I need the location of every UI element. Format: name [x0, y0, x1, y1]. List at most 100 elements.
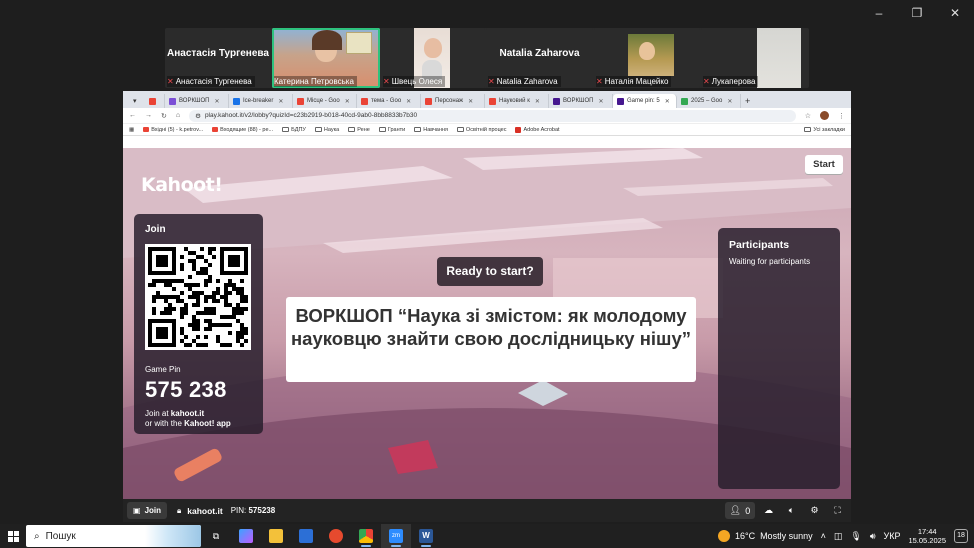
all-bookmarks[interactable]: Усі закладки: [804, 127, 845, 133]
restore-button[interactable]: ❐: [898, 4, 936, 22]
taskbar-app[interactable]: W: [411, 524, 441, 548]
tab-close-icon[interactable]: ✕: [468, 98, 473, 105]
settings-button[interactable]: ⚙: [805, 502, 824, 519]
player-count-button[interactable]: 👤︎ 0: [725, 502, 755, 519]
menu-kebab-icon[interactable]: ⋮: [838, 112, 845, 120]
join-qr-code[interactable]: [145, 244, 251, 350]
taskbar-app[interactable]: [291, 524, 321, 548]
participant-tile[interactable]: ✕ Швець Олеся: [381, 28, 485, 88]
participant-tile[interactable]: Анастасія Тургенева ✕ Анастасія Тургенева: [165, 28, 271, 88]
bookmark-folder[interactable]: Навчання: [414, 127, 448, 133]
task-view-button[interactable]: ⧉: [201, 524, 231, 548]
url-field[interactable]: ⚙ play.kahoot.it/v2/lobby?quizId=c23b2919…: [189, 109, 796, 122]
minimize-button[interactable]: –: [860, 4, 898, 22]
taskbar-app[interactable]: [351, 524, 381, 548]
participant-tile-active[interactable]: Катерина Петровська: [272, 28, 380, 88]
close-button[interactable]: ✕: [936, 4, 974, 22]
bookmark-item[interactable]: Входящие (88) - pe...: [212, 127, 273, 133]
participant-caption-name: Natalia Zaharova: [496, 77, 558, 86]
browser-tab[interactable]: ВОРКШОП ✕: [549, 94, 613, 108]
tab-close-icon[interactable]: ✕: [598, 98, 603, 105]
bookmark-folder[interactable]: Гранти: [378, 127, 405, 133]
browser-tab-active[interactable]: Game pin: 5 ✕: [613, 94, 677, 108]
bookmark-folder[interactable]: Рене: [348, 127, 370, 133]
tab-close-icon[interactable]: ✕: [345, 98, 350, 105]
participant-tile[interactable]: ✕ Лукаперова: [701, 28, 809, 88]
lock-icon[interactable]: 🔒︎: [177, 506, 181, 516]
bookmark-star-icon[interactable]: ☆: [805, 112, 811, 120]
browser-tab[interactable]: тема - Goo ✕: [357, 94, 421, 108]
bookmark-folder[interactable]: Наука: [314, 127, 339, 133]
volume-icon[interactable]: 🔊︎: [870, 531, 876, 542]
kahoot-favicon-icon: [617, 97, 624, 105]
tab-close-icon[interactable]: ✕: [665, 98, 670, 105]
participants-panel: Participants Waiting for participants: [718, 228, 840, 489]
hair-shape: [312, 30, 342, 50]
join-toggle-label: Join: [144, 506, 162, 515]
taskbar-app-active[interactable]: zm: [381, 524, 411, 548]
tab-close-icon[interactable]: ✕: [535, 98, 540, 105]
bookmark-item[interactable]: Adobe Acrobat: [515, 126, 560, 133]
site-info-icon[interactable]: ⚙: [195, 112, 201, 120]
back-icon[interactable]: ←: [129, 112, 136, 119]
join-site-link[interactable]: kahoot.it: [171, 409, 204, 418]
bookmark-folder[interactable]: Освітній процес: [456, 127, 506, 133]
tab-close-icon[interactable]: ✕: [214, 98, 219, 105]
taskbar-app[interactable]: [231, 524, 261, 548]
desktop-screen: – ❐ ✕ Анастасія Тургенева ✕ Анастасія Тур…: [0, 0, 974, 548]
mic-muted-icon: ✕: [488, 77, 495, 86]
bookmark-item[interactable]: Вхідні (5) - k.petrov...: [143, 127, 203, 133]
url-text: play.kahoot.it/v2/lobby?quizId=c23b2919-…: [204, 112, 418, 119]
tab-search-icon[interactable]: ▾: [129, 94, 145, 108]
reload-icon[interactable]: ↻: [161, 112, 167, 120]
home-icon[interactable]: ⌂: [176, 112, 180, 119]
join-toggle-button[interactable]: ▣ Join: [127, 502, 168, 519]
tab-close-icon[interactable]: ✕: [278, 98, 283, 105]
browser-tab[interactable]: [145, 94, 165, 108]
browser-tab[interactable]: Ice-breaker ✕: [229, 94, 293, 108]
taskbar-search[interactable]: ⌕ Пошук: [26, 525, 201, 547]
tab-close-icon[interactable]: ✕: [727, 98, 732, 105]
participant-caption: Катерина Петровська: [274, 76, 357, 87]
gmail-icon: [143, 127, 150, 132]
apps-grid-icon[interactable]: ▦: [129, 127, 134, 133]
qr-icon: ▣: [133, 506, 141, 515]
language-indicator[interactable]: УКР: [883, 531, 900, 541]
profile-avatar[interactable]: [820, 111, 829, 120]
shared-browser-window: ▾ ВОРКШОП ✕ Ice-breaker ✕ Місце - Goo ✕ тем…: [123, 91, 851, 499]
word-icon: W: [419, 529, 433, 543]
weather-widget[interactable]: 16°C Mostly sunny: [717, 530, 813, 542]
clock[interactable]: 17:44 15.05.2025: [908, 527, 946, 545]
mic-muted-icon: ✕: [596, 77, 603, 86]
fullscreen-button[interactable]: ⛶: [828, 502, 847, 519]
start-button[interactable]: Start: [805, 155, 843, 174]
bottom-controls: 👤︎ 0 ☁ 🔈︎ ⚙ ⛶: [725, 502, 851, 519]
browser-tab[interactable]: ВОРКШОП ✕: [165, 94, 229, 108]
palette-icon: ☁: [764, 505, 773, 515]
forward-icon[interactable]: →: [145, 112, 152, 119]
taskbar-app[interactable]: [261, 524, 291, 548]
participant-caption-name: Наталія Мацейко: [604, 77, 669, 86]
browser-tab[interactable]: Місце - Goo ✕: [293, 94, 357, 108]
quiz-title: ВОРКШОП “Наука зі змістом: як молодому н…: [291, 305, 691, 349]
microphone-icon[interactable]: 🎙︎: [850, 531, 861, 542]
browser-tab[interactable]: 2025 – Goo ✕: [677, 94, 741, 108]
taskbar-app[interactable]: [321, 524, 351, 548]
new-tab-button[interactable]: +: [741, 94, 755, 108]
store-icon: [299, 529, 313, 543]
sound-button[interactable]: 🔈︎: [782, 502, 801, 519]
theme-button[interactable]: ☁: [759, 502, 778, 519]
browser-tab[interactable]: Персонаж ✕: [421, 94, 485, 108]
start-menu-button[interactable]: [0, 524, 26, 548]
participant-tile[interactable]: ✕ Наталія Мацейко: [594, 28, 700, 88]
windows-logo-icon: [7, 530, 19, 542]
chevron-up-icon[interactable]: ˄: [821, 531, 826, 541]
bookmark-folder[interactable]: БДПУ: [282, 127, 306, 133]
browser-tab[interactable]: Науковий к ✕: [485, 94, 549, 108]
video-gallery: Анастасія Тургенева ✕ Анастасія Тургенева…: [165, 28, 809, 88]
network-icon[interactable]: ◫: [834, 531, 843, 542]
speaker-icon: 🔈︎: [788, 505, 795, 515]
participant-tile[interactable]: Natalia Zaharova ✕ Natalia Zaharova: [486, 28, 593, 88]
tab-close-icon[interactable]: ✕: [406, 98, 411, 105]
notifications-badge[interactable]: 18: [954, 529, 968, 543]
